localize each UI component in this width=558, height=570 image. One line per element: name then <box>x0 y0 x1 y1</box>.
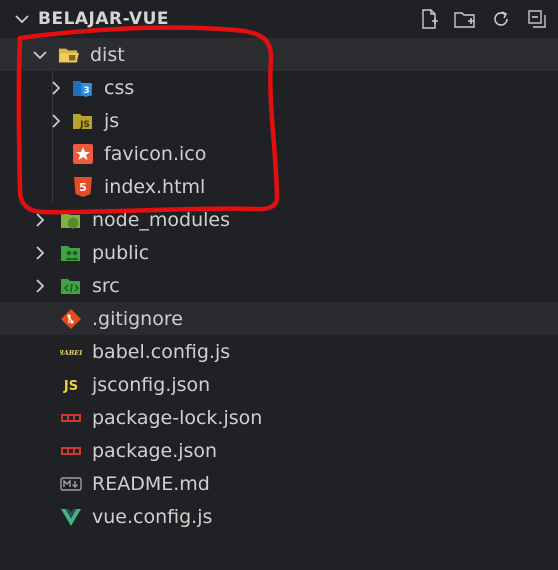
tree-item-label: node_modules <box>92 208 231 231</box>
favicon-star-icon <box>72 143 94 165</box>
tree-item-jsconfig[interactable]: JS jsconfig.json <box>0 368 558 401</box>
dist-folder-icon <box>58 44 80 66</box>
tree-item-label: src <box>92 274 120 297</box>
html5-icon: 5 <box>72 176 94 198</box>
tree-item-label: dist <box>90 43 125 66</box>
src-folder-icon <box>60 275 82 297</box>
new-file-icon <box>422 9 438 29</box>
node-folder-icon <box>60 209 82 231</box>
chevron-right-icon <box>52 113 61 128</box>
tree-item-dist[interactable]: dist <box>0 38 558 71</box>
svg-text:3: 3 <box>83 86 89 96</box>
tree-item-label: README.md <box>92 472 210 495</box>
tree-item-vue-config[interactable]: vue.config.js <box>0 500 558 533</box>
tree-item-babel-config[interactable]: BABEL babel.config.js <box>0 335 558 368</box>
tree-item-css[interactable]: 3 css <box>0 71 558 104</box>
chevron-right-icon <box>36 245 45 260</box>
svg-text:JS: JS <box>79 120 90 130</box>
vue-icon <box>60 506 82 528</box>
npm-icon <box>60 440 82 462</box>
chevron-right-icon <box>36 212 45 227</box>
css-folder-icon: 3 <box>72 77 94 99</box>
new-folder-icon <box>454 12 475 28</box>
chevron-down-icon <box>15 15 29 24</box>
svg-text:5: 5 <box>79 181 87 194</box>
tree-item-label: public <box>92 241 150 264</box>
refresh-icon <box>494 11 508 26</box>
collapse-all-button[interactable] <box>524 6 550 32</box>
tree-item-index-html[interactable]: 5 index.html <box>0 170 558 203</box>
tree-item-public[interactable]: public <box>0 236 558 269</box>
svg-text:JS: JS <box>63 379 78 394</box>
markdown-icon <box>60 473 82 495</box>
tree-item-gitignore[interactable]: .gitignore <box>0 302 558 335</box>
refresh-button[interactable] <box>488 6 514 32</box>
chevron-right-icon <box>36 278 45 293</box>
chevron-down-icon <box>33 50 47 59</box>
new-file-button[interactable] <box>416 6 442 32</box>
tree-item-favicon[interactable]: favicon.ico <box>0 137 558 170</box>
tree-item-package-lock[interactable]: package-lock.json <box>0 401 558 434</box>
tree-item-src[interactable]: src <box>0 269 558 302</box>
chevron-right-icon <box>52 80 61 95</box>
tree-item-label: package-lock.json <box>92 406 263 429</box>
svg-text:BABEL: BABEL <box>60 349 82 357</box>
tree-item-label: package.json <box>92 439 218 462</box>
tree-item-label: jsconfig.json <box>92 373 211 396</box>
tree-item-readme[interactable]: README.md <box>0 467 558 500</box>
tree-item-package-json[interactable]: package.json <box>0 434 558 467</box>
tree-item-label: vue.config.js <box>92 505 213 528</box>
js-folder-icon: JS <box>72 110 94 132</box>
tree-item-label: index.html <box>104 175 206 198</box>
root-folder-label: BELAJAR-VUE <box>38 9 170 29</box>
tree-item-label: favicon.ico <box>104 142 207 165</box>
npm-icon <box>60 407 82 429</box>
explorer-actions <box>416 6 550 32</box>
babel-icon: BABEL <box>60 341 82 363</box>
tree-item-label: .gitignore <box>92 307 183 330</box>
public-folder-icon <box>60 242 82 264</box>
tree-item-label: babel.config.js <box>92 340 231 363</box>
tree-item-label: js <box>104 109 120 132</box>
collapse-all-icon <box>528 10 546 28</box>
file-explorer: BELAJAR-VUE dist 3 css JS js favicon.ico… <box>0 0 558 570</box>
new-folder-button[interactable] <box>452 6 478 32</box>
tree-item-node-modules[interactable]: node_modules <box>0 203 558 236</box>
git-icon <box>60 308 82 330</box>
tree-item-label: css <box>104 76 135 99</box>
js-icon: JS <box>60 374 82 396</box>
tree-item-js[interactable]: JS js <box>0 104 558 137</box>
